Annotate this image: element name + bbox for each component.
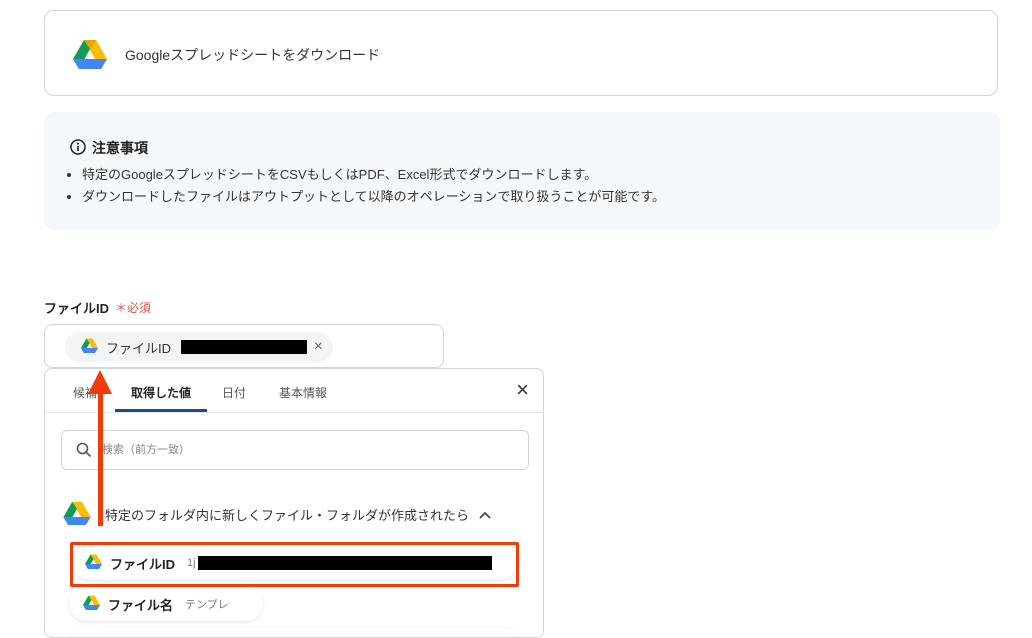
redacted-value (181, 340, 308, 354)
annotation-arrow-shaft (98, 390, 103, 526)
trigger-title: 特定のフォルダ内に新しくファイル・フォルダが作成されたら (105, 508, 470, 523)
google-drive-icon (83, 595, 100, 613)
google-drive-icon (73, 39, 107, 74)
notice-list: 特定のGoogleスプレッドシートをCSVもしくはPDF、Excel形式でダウン… (82, 164, 665, 208)
output-value: 1j (187, 557, 196, 569)
google-drive-icon (81, 338, 98, 356)
output-item-file-id[interactable]: ファイルID 1j (73, 546, 517, 580)
chip-close-icon[interactable]: × (314, 338, 323, 356)
redacted-value (197, 556, 492, 570)
notice-box: 注意事項 特定のGoogleスプレッドシートをCSVもしくはPDF、Excel形… (44, 112, 1000, 230)
annotation-arrow-head (88, 370, 112, 394)
required-mark: ＊ (115, 301, 128, 315)
notice-heading: 注意事項 (70, 138, 148, 158)
active-tab-indicator (115, 409, 207, 412)
google-drive-icon (63, 501, 91, 528)
notice-title: 注意事項 (92, 140, 148, 156)
google-drive-icon (85, 554, 102, 572)
output-value: テンプレ (185, 599, 229, 611)
search-icon (76, 442, 92, 463)
file-id-label: ファイルID ＊必須 (44, 298, 151, 317)
required-badge: ＊必須 (115, 299, 151, 316)
tab-acquired-values[interactable]: 取得した値 (131, 384, 191, 401)
chevron-up-icon[interactable] (479, 508, 491, 522)
required-text: 必須 (127, 301, 152, 315)
notice-item: ダウンロードしたファイルはアウトプットとして以降のオペレーションで取り扱うことが… (82, 186, 665, 208)
action-title: Googleスプレッドシートをダウンロード (125, 47, 381, 63)
popover-tabs: 候補 取得した値 日付 基本情報 × (45, 369, 543, 413)
file-id-chip[interactable]: ファイルID × (65, 332, 333, 362)
notice-item: 特定のGoogleスプレッドシートをCSVもしくはPDF、Excel形式でダウン… (82, 164, 665, 186)
tab-date[interactable]: 日付 (222, 384, 246, 401)
field-label-text: ファイルID (44, 301, 110, 316)
tab-basic-info[interactable]: 基本情報 (279, 384, 327, 401)
output-label: ファイル名 (108, 597, 174, 613)
trigger-group-header[interactable]: 特定のフォルダ内に新しくファイル・フォルダが作成されたら (63, 501, 491, 528)
info-icon (70, 138, 86, 158)
value-picker-popover: 候補 取得した値 日付 基本情報 × 特定のフォルダ内に新しくファイル・フォルダ… (44, 368, 544, 638)
search-box[interactable] (61, 430, 529, 470)
output-item-file-name[interactable]: ファイル名 テンプレ (69, 587, 263, 621)
output-item[interactable] (69, 627, 521, 637)
search-input[interactable] (100, 439, 510, 461)
output-label: ファイルID (110, 556, 176, 572)
close-icon[interactable]: × (516, 379, 529, 401)
file-id-input[interactable]: ファイルID × (44, 324, 444, 368)
chip-label: ファイルID (106, 340, 172, 356)
action-card: Googleスプレッドシートをダウンロード (44, 10, 998, 96)
